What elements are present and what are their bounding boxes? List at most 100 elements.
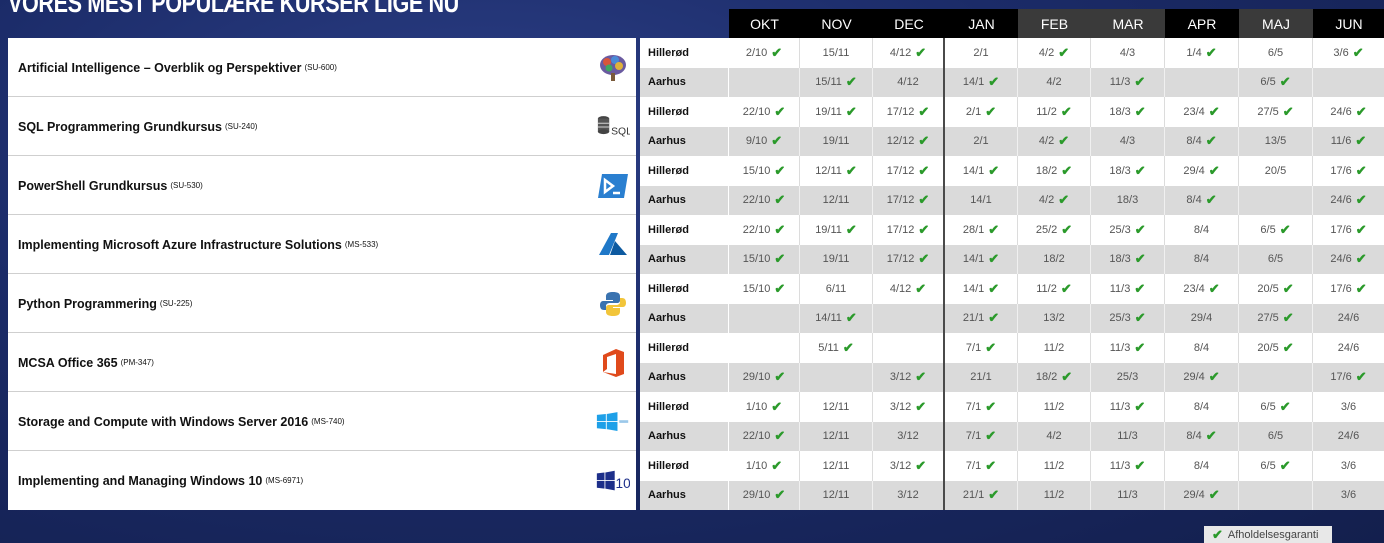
- date-cell[interactable]: 20/5 ✔: [1239, 333, 1313, 363]
- date-cell[interactable]: 21/1: [945, 362, 1018, 392]
- date-cell[interactable]: 13/2: [1018, 303, 1091, 333]
- date-cell[interactable]: 7/1 ✔: [945, 392, 1018, 422]
- date-cell[interactable]: 19/11: [800, 126, 873, 156]
- date-cell[interactable]: 24/6: [1313, 422, 1384, 452]
- date-cell[interactable]: 22/10 ✔: [729, 421, 800, 451]
- date-cell[interactable]: 3/6: [1313, 481, 1384, 511]
- date-cell[interactable]: 11/6 ✔: [1313, 127, 1384, 157]
- course-title[interactable]: Artificial Intelligence – Overblik og Pe…: [18, 38, 337, 97]
- date-cell[interactable]: 11/3 ✔: [1091, 451, 1165, 481]
- date-cell[interactable]: 8/4 ✔: [1165, 185, 1239, 215]
- date-cell[interactable]: 18/3 ✔: [1091, 156, 1165, 186]
- date-cell[interactable]: 15/10 ✔: [729, 156, 800, 186]
- date-cell[interactable]: 4/12 ✔: [873, 274, 945, 304]
- date-cell[interactable]: 14/1 ✔: [945, 156, 1018, 186]
- date-cell[interactable]: 17/6 ✔: [1313, 156, 1384, 186]
- date-cell[interactable]: 22/10 ✔: [729, 215, 800, 245]
- date-cell[interactable]: 15/11 ✔: [800, 67, 873, 97]
- date-cell[interactable]: 24/6: [1313, 333, 1384, 363]
- date-cell[interactable]: 11/2: [1018, 333, 1091, 363]
- date-cell[interactable]: 8/4 ✔: [1165, 126, 1239, 156]
- course-row[interactable]: Python Programmering (SU-225): [8, 274, 636, 333]
- date-cell[interactable]: 17/6 ✔: [1313, 215, 1384, 245]
- date-cell[interactable]: 6/5: [1239, 38, 1313, 68]
- course-title[interactable]: Implementing Microsoft Azure Infrastruct…: [18, 215, 378, 274]
- date-cell[interactable]: 2/1: [945, 38, 1018, 68]
- date-cell[interactable]: 4/2: [1018, 421, 1091, 451]
- date-cell[interactable]: 29/10 ✔: [729, 362, 800, 392]
- date-cell[interactable]: 29/4 ✔: [1165, 362, 1239, 392]
- date-cell[interactable]: 18/2 ✔: [1018, 362, 1091, 392]
- date-cell[interactable]: 8/4 ✔: [1165, 421, 1239, 451]
- date-cell[interactable]: 18/2 ✔: [1018, 156, 1091, 186]
- date-cell[interactable]: 28/1 ✔: [945, 215, 1018, 245]
- date-cell[interactable]: 12/11: [800, 451, 873, 481]
- date-cell[interactable]: 29/4 ✔: [1165, 480, 1239, 510]
- date-cell[interactable]: 11/3: [1091, 421, 1165, 451]
- date-cell[interactable]: 2/1 ✔: [945, 97, 1018, 127]
- date-cell[interactable]: 1/10 ✔: [729, 392, 800, 422]
- date-cell[interactable]: 23/4 ✔: [1165, 274, 1239, 304]
- date-cell[interactable]: 12/12 ✔: [873, 126, 945, 156]
- course-title[interactable]: Storage and Compute with Windows Server …: [18, 392, 345, 451]
- date-cell[interactable]: 29/4 ✔: [1165, 156, 1239, 186]
- course-row[interactable]: PowerShell Grundkursus (SU-530): [8, 156, 636, 215]
- date-cell[interactable]: 7/1 ✔: [945, 421, 1018, 451]
- course-row[interactable]: Implementing Microsoft Azure Infrastruct…: [8, 215, 636, 274]
- date-cell[interactable]: 15/10 ✔: [729, 244, 800, 274]
- date-cell[interactable]: 3/6: [1313, 392, 1384, 422]
- date-cell[interactable]: 11/2: [1018, 480, 1091, 510]
- date-cell[interactable]: 4/12 ✔: [873, 38, 945, 68]
- date-cell[interactable]: 7/1 ✔: [945, 333, 1018, 363]
- date-cell[interactable]: 4/3: [1091, 38, 1165, 68]
- date-cell[interactable]: 11/2 ✔: [1018, 97, 1091, 127]
- date-cell[interactable]: 12/11: [800, 392, 873, 422]
- date-cell[interactable]: 8/4: [1165, 451, 1239, 481]
- date-cell[interactable]: 3/6: [1313, 451, 1384, 481]
- date-cell[interactable]: 14/1 ✔: [945, 274, 1018, 304]
- date-cell[interactable]: 1/10 ✔: [729, 451, 800, 481]
- date-cell[interactable]: 9/10 ✔: [729, 126, 800, 156]
- date-cell[interactable]: 4/2 ✔: [1018, 126, 1091, 156]
- date-cell[interactable]: 6/5 ✔: [1239, 215, 1313, 245]
- date-cell[interactable]: 4/3: [1091, 126, 1165, 156]
- course-row[interactable]: Implementing and Managing Windows 10 (MS-…: [8, 451, 636, 510]
- date-cell[interactable]: 11/3 ✔: [1091, 67, 1165, 97]
- date-cell[interactable]: 14/11 ✔: [800, 303, 873, 333]
- date-cell[interactable]: 29/4: [1165, 303, 1239, 333]
- date-cell[interactable]: 21/1 ✔: [945, 480, 1018, 510]
- date-cell[interactable]: 14/1 ✔: [945, 244, 1018, 274]
- course-row[interactable]: Storage and Compute with Windows Server …: [8, 392, 636, 451]
- date-cell[interactable]: 17/12 ✔: [873, 185, 945, 215]
- date-cell[interactable]: 11/2 ✔: [1018, 274, 1091, 304]
- date-cell[interactable]: 3/12: [873, 421, 945, 451]
- date-cell[interactable]: 27/5 ✔: [1239, 97, 1313, 127]
- date-cell[interactable]: 17/12 ✔: [873, 156, 945, 186]
- date-cell[interactable]: 25/3 ✔: [1091, 303, 1165, 333]
- date-cell[interactable]: 7/1 ✔: [945, 451, 1018, 481]
- date-cell[interactable]: 3/6 ✔: [1313, 38, 1384, 68]
- date-cell[interactable]: 12/11: [800, 421, 873, 451]
- date-cell[interactable]: 8/4: [1165, 333, 1239, 363]
- date-cell[interactable]: 1/4 ✔: [1165, 38, 1239, 68]
- date-cell[interactable]: 17/6 ✔: [1313, 363, 1384, 393]
- date-cell[interactable]: 14/1: [945, 185, 1018, 215]
- date-cell[interactable]: 19/11: [800, 244, 873, 274]
- date-cell[interactable]: 29/10 ✔: [729, 480, 800, 510]
- date-cell[interactable]: 17/12 ✔: [873, 244, 945, 274]
- course-title[interactable]: Implementing and Managing Windows 10 (MS-…: [18, 451, 303, 510]
- date-cell[interactable]: 27/5 ✔: [1239, 303, 1313, 333]
- date-cell[interactable]: 25/3 ✔: [1091, 215, 1165, 245]
- date-cell[interactable]: 11/2: [1018, 451, 1091, 481]
- course-row[interactable]: SQL Programmering Grundkursus (SU-240) SQL: [8, 97, 636, 156]
- date-cell[interactable]: 18/3: [1091, 185, 1165, 215]
- date-cell[interactable]: 4/2: [1018, 67, 1091, 97]
- date-cell[interactable]: 3/12 ✔: [873, 362, 945, 392]
- date-cell[interactable]: 6/5 ✔: [1239, 67, 1313, 97]
- date-cell[interactable]: 24/6: [1313, 304, 1384, 334]
- date-cell[interactable]: 25/3: [1091, 362, 1165, 392]
- date-cell[interactable]: 23/4 ✔: [1165, 97, 1239, 127]
- date-cell[interactable]: 3/12: [873, 480, 945, 510]
- date-cell[interactable]: 18/2: [1018, 244, 1091, 274]
- date-cell[interactable]: 21/1 ✔: [945, 303, 1018, 333]
